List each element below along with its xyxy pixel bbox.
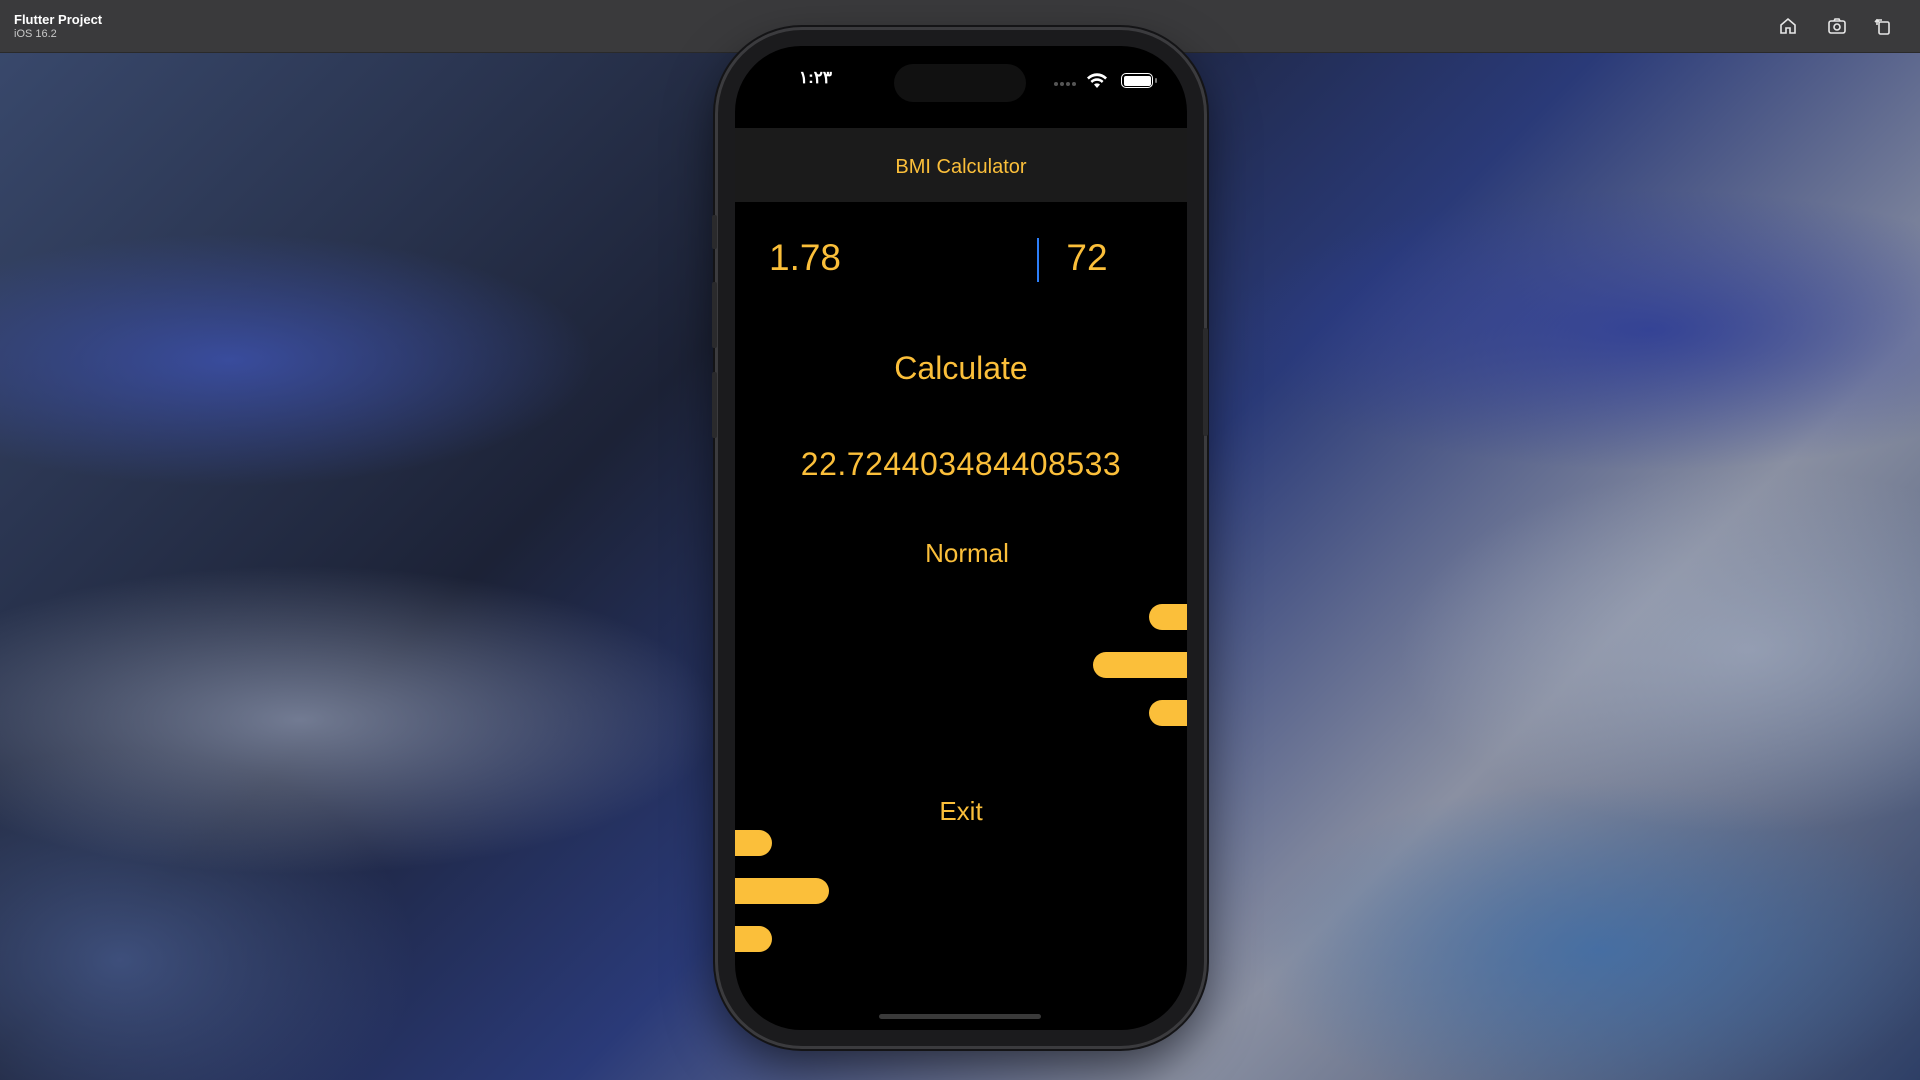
action-button bbox=[712, 215, 717, 249]
bmi-result: 22.724403484408533 bbox=[800, 446, 1122, 482]
app-title: BMI Calculator bbox=[895, 156, 1027, 178]
power-button bbox=[1203, 328, 1208, 436]
phone-screen: ١:٢٣ BMI Calculator Calculate 22.7244034… bbox=[735, 46, 1187, 1030]
exit-button[interactable]: Exit bbox=[735, 796, 1187, 827]
window-subtitle: iOS 16.2 bbox=[14, 28, 57, 40]
cellular-signal-icon bbox=[1054, 82, 1076, 86]
volume-down-button bbox=[712, 372, 717, 438]
decorative-bar-left-top bbox=[735, 830, 772, 856]
decorative-bar-right-middle bbox=[1093, 652, 1187, 678]
calculate-button[interactable]: Calculate bbox=[735, 350, 1187, 387]
wifi-icon bbox=[1085, 72, 1109, 95]
status-time: ١:٢٣ bbox=[799, 68, 833, 87]
iphone-device-frame: ١:٢٣ BMI Calculator Calculate 22.7244034… bbox=[712, 30, 1208, 1046]
decorative-bar-right-top bbox=[1149, 604, 1187, 630]
decorative-bar-left-bottom bbox=[735, 926, 772, 952]
volume-up-button bbox=[712, 282, 717, 348]
text-cursor bbox=[1037, 238, 1039, 282]
home-indicator[interactable] bbox=[879, 1014, 1041, 1019]
window-title: Flutter Project bbox=[14, 12, 103, 27]
battery-icon bbox=[1121, 73, 1157, 88]
screenshot-icon[interactable] bbox=[1825, 14, 1849, 38]
dynamic-island bbox=[894, 64, 1026, 102]
height-input[interactable] bbox=[767, 236, 951, 280]
weight-input[interactable] bbox=[995, 236, 1179, 280]
rotate-icon[interactable] bbox=[1871, 14, 1895, 38]
app-bar: BMI Calculator bbox=[735, 128, 1187, 202]
decorative-bar-right-bottom bbox=[1149, 700, 1187, 726]
decorative-bar-left-middle bbox=[735, 878, 829, 904]
home-icon[interactable] bbox=[1776, 14, 1800, 38]
bmi-category: Normal bbox=[925, 538, 1009, 568]
